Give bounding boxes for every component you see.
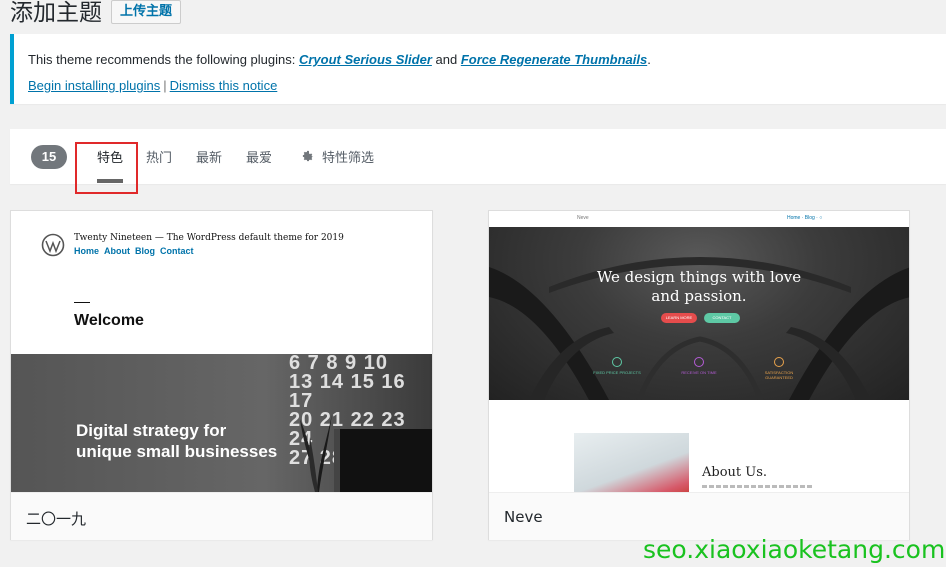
preview-feature: RECEIVE ON TIME — [671, 357, 727, 375]
preview-nav: Home · Blog · ○ — [787, 215, 823, 221]
feature-label: FIXED PRICE PROJECTS — [593, 370, 641, 375]
preview-topbar: Neve Home · Blog · ○ — [489, 211, 909, 227]
preview-nav-blog: Blog — [135, 246, 156, 256]
preview-divider — [74, 302, 90, 303]
preview-about-text — [702, 485, 812, 488]
theme-card-footer: Neve — [489, 492, 909, 540]
preview-nav-home: Home — [74, 246, 100, 256]
tab-popular[interactable]: 热门 — [146, 147, 172, 166]
notice-actions: Begin installing plugins | Dismiss this no… — [28, 78, 277, 93]
theme-name: 二〇一九 — [26, 510, 87, 528]
notice-message: This theme recommends the following plug… — [28, 52, 651, 67]
preview-hero-line: Digital strategy for — [76, 421, 227, 440]
feature-filter-button[interactable]: 特性筛选 — [322, 147, 374, 166]
page-title: 添加主题 — [10, 0, 102, 26]
feature-label: RECEIVE ON TIME — [681, 370, 717, 375]
wordpress-logo-icon — [41, 233, 65, 257]
highlight-annotation-box — [75, 142, 138, 194]
feature-icon — [774, 357, 784, 367]
theme-name: Neve — [504, 508, 543, 526]
feature-icon — [694, 357, 704, 367]
preview-about-image — [574, 433, 689, 492]
preview-secondary-button: CONTACT — [704, 313, 740, 323]
preview-feature: FIXED PRICE PROJECTS — [589, 357, 645, 375]
preview-hero-text: Digital strategy for unique small busine… — [76, 420, 277, 462]
theme-count-badge: 15 — [31, 145, 67, 169]
preview-tagline: — The WordPress default theme for 2019 — [154, 233, 344, 243]
preview-feature: SATISFACTION GUARANTEED — [751, 357, 807, 380]
monitor-shape — [334, 429, 432, 492]
preview-brand: Neve — [577, 215, 589, 221]
preview-site-header: Twenty Nineteen — The WordPress default … — [74, 233, 344, 243]
notice-and: and — [431, 52, 461, 67]
plant-illustration — [300, 414, 332, 492]
preview-nav-contact: Contact — [160, 246, 194, 256]
upload-theme-button[interactable]: 上传主题 — [111, 0, 182, 24]
theme-card-twentynineteen[interactable]: Twenty Nineteen — The WordPress default … — [10, 210, 433, 540]
theme-card-footer: 二〇一九 — [11, 492, 432, 540]
notice-separator: | — [163, 78, 167, 93]
dismiss-notice-link[interactable]: Dismiss this notice — [170, 78, 278, 93]
preview-site-title: Twenty Nineteen — [74, 233, 153, 243]
theme-filter-bar: 15 特色 热门 最新 最爱 特性筛选 — [10, 129, 946, 194]
feature-label: SATISFACTION GUARANTEED — [764, 370, 794, 380]
preview-headline: We design things with love and passion. — [489, 268, 909, 306]
plugin-link-force-regenerate[interactable]: Force Regenerate Thumbnails — [461, 52, 647, 67]
preview-hero: 6 7 8 9 10 13 14 15 16 17 20 21 22 23 24… — [11, 353, 432, 492]
preview-welcome: Welcome — [74, 312, 144, 329]
theme-card-neve[interactable]: Neve Home · Blog · ○ We design things wi… — [488, 210, 910, 540]
preview-about-title: About Us. — [702, 465, 768, 480]
gear-icon[interactable] — [301, 149, 315, 163]
notice-period: . — [647, 52, 651, 67]
preview-hero-line: unique small businesses — [76, 442, 278, 461]
theme-screenshot[interactable]: Twenty Nineteen — The WordPress default … — [11, 211, 432, 492]
tab-latest[interactable]: 最新 — [196, 147, 222, 166]
preview-primary-button: LEARN MORE — [661, 313, 697, 323]
notice-text: This theme recommends the following plug… — [28, 52, 299, 67]
begin-installing-link[interactable]: Begin installing plugins — [28, 78, 160, 93]
feature-icon — [612, 357, 622, 367]
tab-favorites[interactable]: 最爱 — [246, 147, 272, 166]
theme-screenshot[interactable]: Neve Home · Blog · ○ We design things wi… — [489, 211, 909, 492]
watermark-text: seo.xiaoxiaoketang.com — [643, 535, 946, 564]
plugin-notice: This theme recommends the following plug… — [10, 34, 946, 104]
preview-nav: Home About Blog Contact — [74, 246, 199, 256]
preview-nav-about: About — [104, 246, 131, 256]
plugin-link-cryout[interactable]: Cryout Serious Slider — [299, 52, 432, 67]
preview-headline-line: We design things with love — [596, 268, 802, 286]
calendar-row: 13 14 15 16 17 — [289, 371, 406, 412]
preview-hero: We design things with love and passion. … — [489, 227, 909, 400]
preview-headline-line: and passion. — [651, 287, 747, 305]
